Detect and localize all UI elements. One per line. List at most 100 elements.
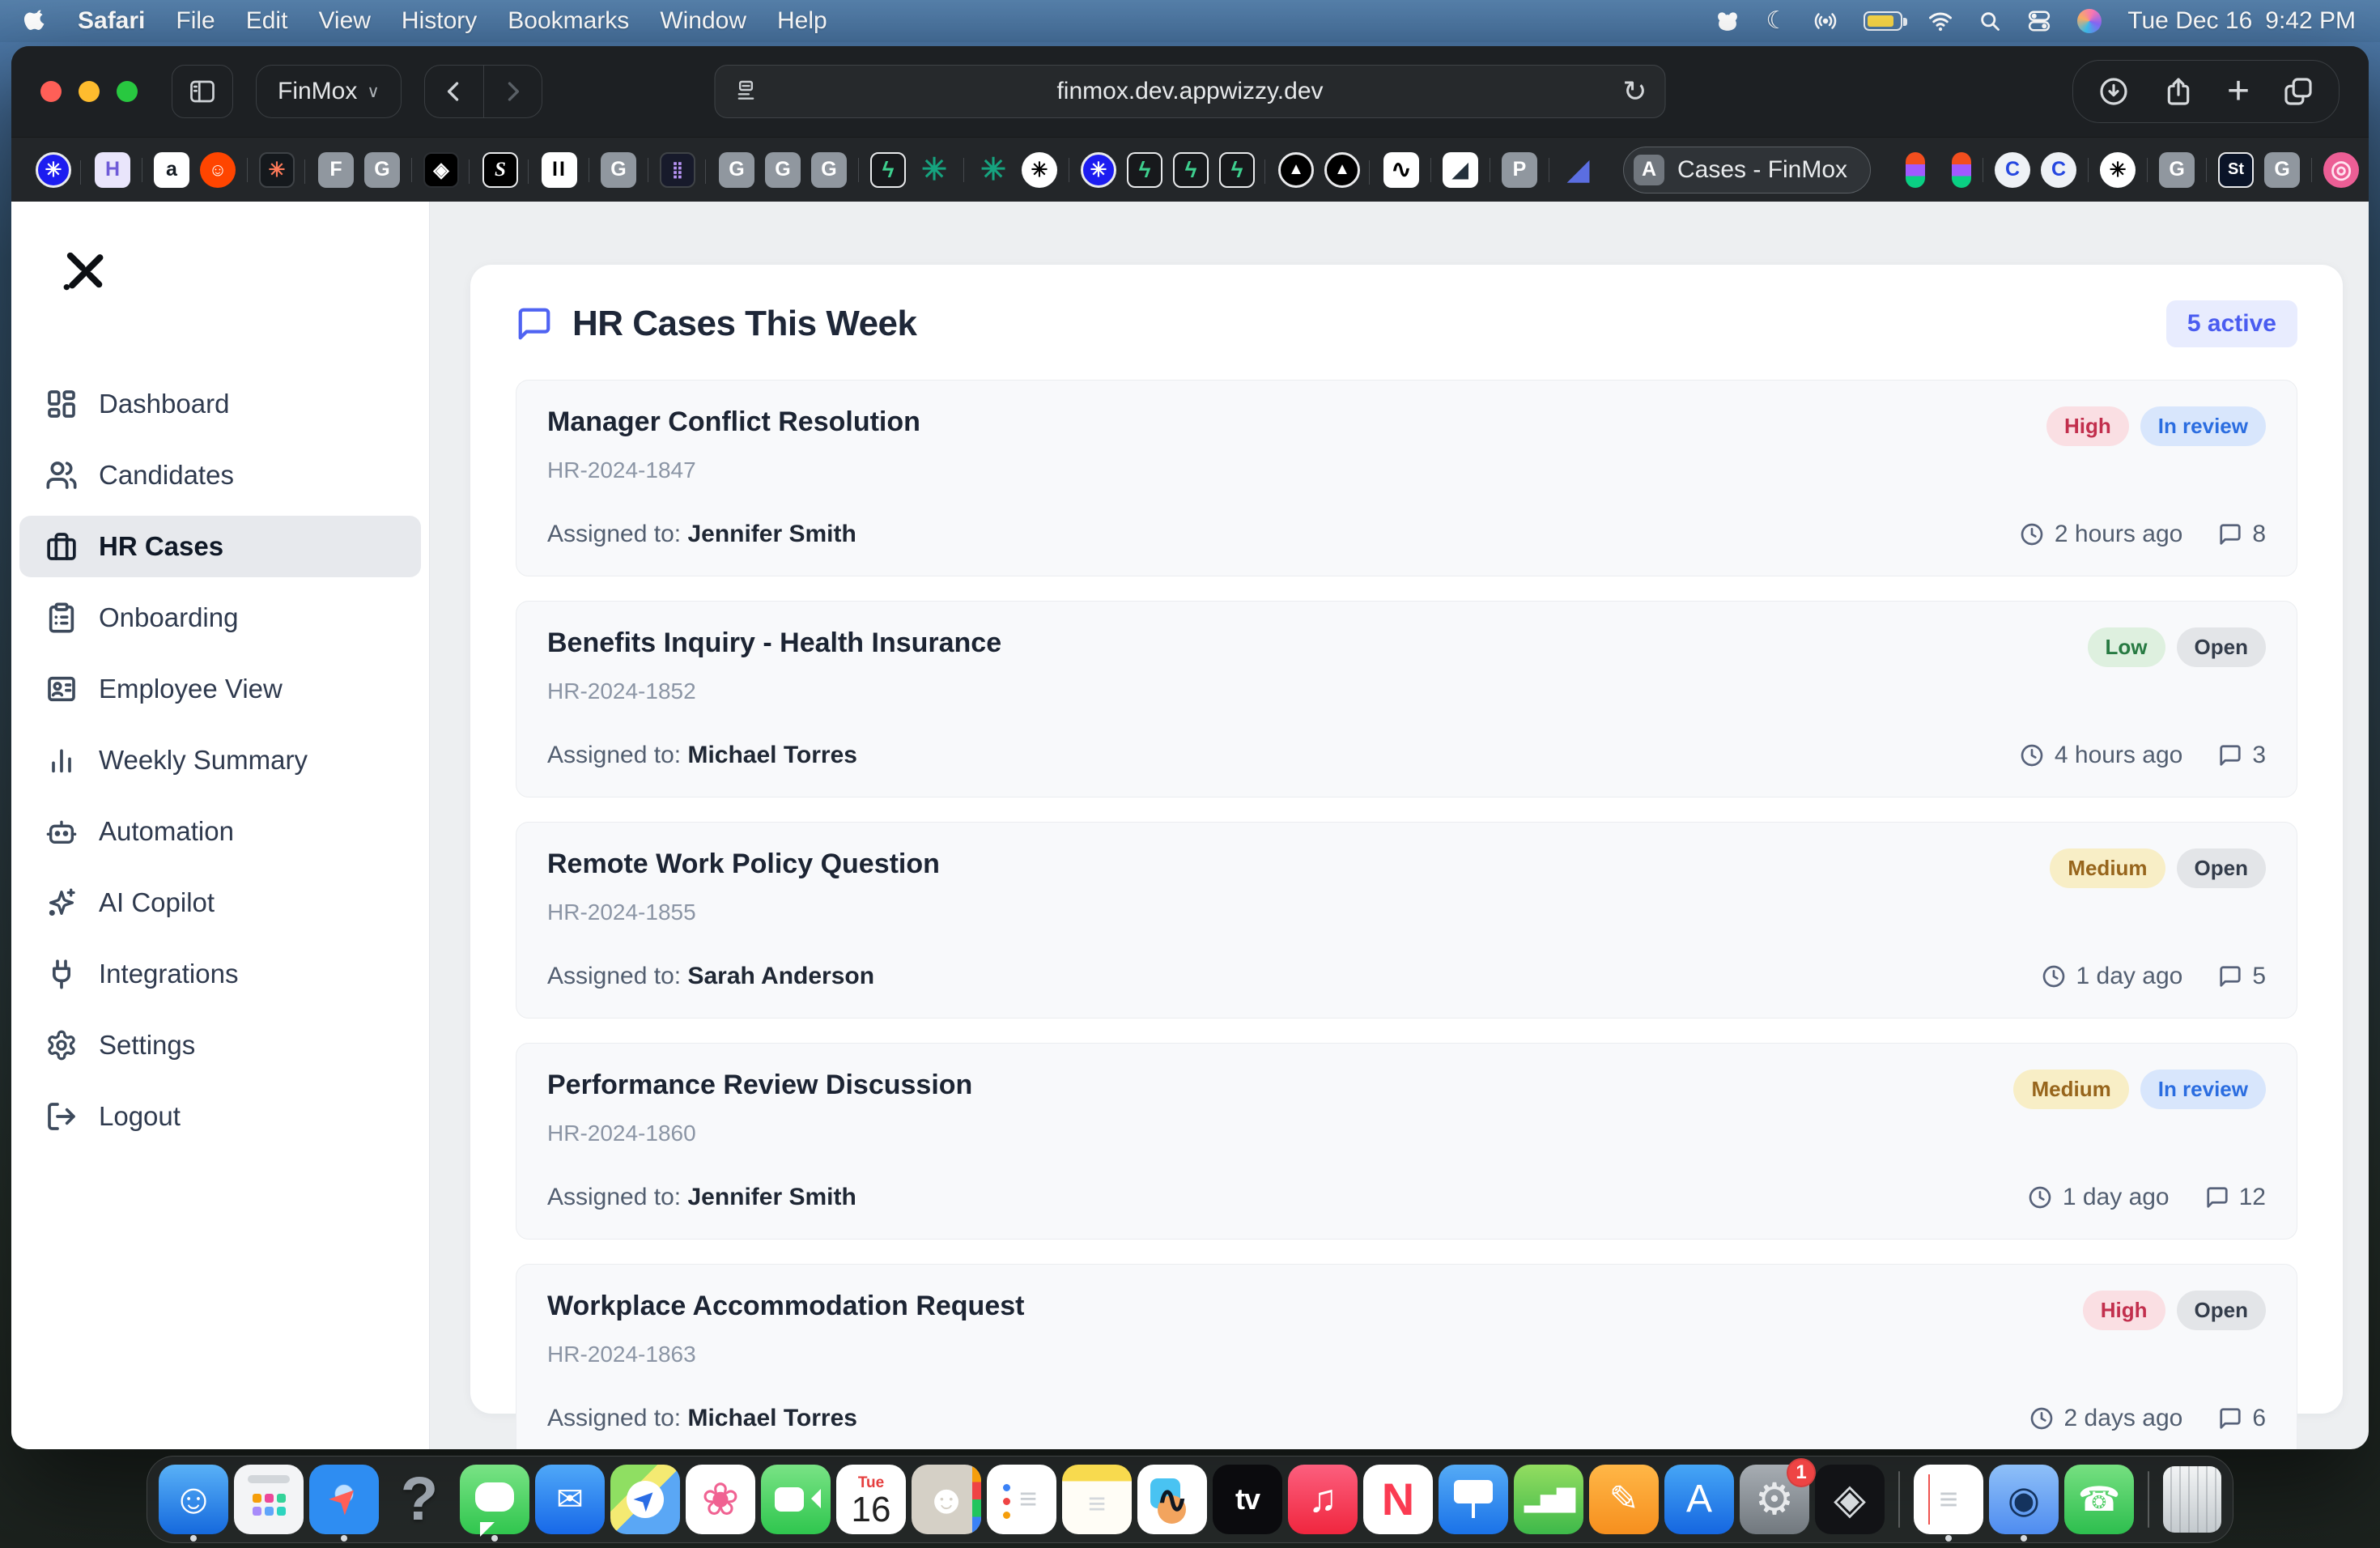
share-icon[interactable] — [2162, 75, 2195, 108]
favorites-favicon[interactable]: G — [2159, 152, 2195, 188]
favorites-favicon[interactable]: H — [95, 152, 130, 188]
address-bar[interactable]: finmox.dev.appwizzy.dev ↻ — [715, 65, 1666, 118]
case-card[interactable]: Manager Conflict Resolution HighIn revie… — [516, 380, 2297, 576]
dock-numbers-icon[interactable]: ▂▅▇ — [1514, 1465, 1583, 1534]
hotspot-icon[interactable] — [1813, 9, 1838, 33]
sidebar-item-ai-copilot[interactable]: AI Copilot — [19, 872, 421, 933]
dock-notes-icon[interactable]: ≡ — [1062, 1465, 1132, 1534]
menu-item-bookmarks[interactable]: Bookmarks — [508, 7, 629, 35]
dock-apple-tv-icon[interactable]: tv — [1213, 1465, 1282, 1534]
menu-item-file[interactable]: File — [176, 7, 215, 35]
favorites-favicon[interactable]: ◈ — [423, 152, 459, 188]
dock-messages-icon[interactable] — [460, 1465, 529, 1534]
dock-freeform-icon[interactable]: ∿ — [1137, 1465, 1207, 1534]
siri-icon[interactable] — [2077, 9, 2102, 33]
menu-item-window[interactable]: Window — [660, 7, 746, 35]
favorites-favicon[interactable]: G — [2264, 152, 2300, 188]
favorites-favicon[interactable]: ✳ — [259, 152, 295, 188]
wifi-icon[interactable] — [1928, 9, 1953, 33]
favorites-favicon[interactable]: II — [542, 152, 577, 188]
favorites-favicon[interactable]: C — [1995, 152, 2030, 188]
minimize-window-button[interactable] — [79, 81, 100, 102]
sidebar-item-weekly-summary[interactable]: Weekly Summary — [19, 729, 421, 791]
favorites-favicon[interactable]: ϟ — [1127, 152, 1162, 188]
dock-dev-app-icon[interactable]: ◈ — [1815, 1465, 1885, 1534]
favorites-favicon[interactable]: ▲ — [1278, 152, 1314, 188]
favorites-favicon[interactable]: ϟ — [1173, 152, 1209, 188]
active-tab[interactable]: A Cases - FinMox — [1623, 147, 1871, 194]
forward-button[interactable] — [483, 66, 542, 117]
favorites-favicon[interactable]: ✳ — [916, 152, 952, 188]
dock-photos-icon[interactable]: ❀ — [686, 1465, 755, 1534]
dock-quicktime-icon[interactable]: ◉ — [1989, 1465, 2059, 1534]
favorites-favicon[interactable]: G — [364, 152, 400, 188]
menu-item-edit[interactable]: Edit — [246, 7, 288, 35]
dock-facetime-icon[interactable] — [761, 1465, 831, 1534]
dock-trash-icon[interactable] — [2163, 1466, 2221, 1533]
dock-keynote-icon[interactable] — [1439, 1465, 1508, 1534]
battery-icon[interactable] — [1864, 11, 1902, 31]
menu-item-history[interactable]: History — [402, 7, 477, 35]
favorites-favicon[interactable]: G — [601, 152, 636, 188]
tab-overview-icon[interactable] — [2282, 75, 2314, 108]
sidebar-item-logout[interactable]: Logout — [19, 1086, 421, 1147]
favorites-favicon[interactable] — [1952, 152, 1971, 188]
favorites-favicon[interactable]: S — [482, 152, 518, 188]
dock-finder-icon[interactable]: ☺ — [159, 1465, 228, 1534]
dock-contacts-icon[interactable]: ☻ — [912, 1465, 981, 1534]
favorites-favicon[interactable]: ✳ — [975, 152, 1011, 188]
dock-safari-icon[interactable]: ➤ — [309, 1465, 379, 1534]
sidebar-item-dashboard[interactable]: Dashboard — [19, 373, 421, 435]
favorites-favicon[interactable]: ✳ — [1081, 152, 1116, 188]
dock-mail-icon[interactable]: ✉ — [535, 1465, 605, 1534]
favorites-favicon[interactable]: G — [719, 152, 754, 188]
ears-status-icon[interactable] — [1715, 9, 1740, 33]
new-tab-icon[interactable]: + — [2227, 72, 2250, 111]
sidebar-item-onboarding[interactable]: Onboarding — [19, 587, 421, 649]
favorites-favicon[interactable]: ◎ — [2323, 152, 2359, 188]
menu-item-help[interactable]: Help — [777, 7, 827, 35]
sidebar-toggle-button[interactable] — [172, 65, 233, 118]
favorites-favicon[interactable]: ∿ — [1383, 152, 1419, 188]
case-card[interactable]: Remote Work Policy Question MediumOpen H… — [516, 822, 2297, 1019]
favorites-favicon[interactable] — [1906, 152, 1925, 188]
favorites-favicon[interactable]: ✳ — [36, 152, 71, 188]
sidebar-item-candidates[interactable]: Candidates — [19, 444, 421, 506]
focus-moon-icon[interactable]: ☾ — [1766, 9, 1787, 33]
back-button[interactable] — [425, 66, 483, 117]
dock-launchpad-icon[interactable] — [234, 1465, 304, 1534]
dock-maps-icon[interactable]: ➤ — [610, 1465, 680, 1534]
dock-music-icon[interactable]: ♫ — [1288, 1465, 1358, 1534]
dock-textedit-icon[interactable]: ≡ — [1914, 1465, 1983, 1534]
sidebar-item-employee-view[interactable]: Employee View — [19, 658, 421, 720]
dock-pages-icon[interactable]: ✎ — [1589, 1465, 1659, 1534]
favorites-favicon[interactable]: ▲ — [1324, 152, 1360, 188]
close-window-button[interactable] — [40, 81, 62, 102]
dock-app-store-icon[interactable]: A — [1664, 1465, 1734, 1534]
dock-news-icon[interactable]: N — [1363, 1465, 1433, 1534]
menu-item-safari[interactable]: Safari — [78, 7, 145, 35]
favorites-favicon[interactable]: G — [765, 152, 801, 188]
spotlight-icon[interactable] — [1978, 10, 2001, 32]
favorites-favicon[interactable]: ϟ — [870, 152, 906, 188]
favorites-favicon[interactable]: ⣿ — [660, 152, 695, 188]
favorites-favicon[interactable]: ✳ — [2100, 152, 2136, 188]
menu-bar-clock[interactable]: Tue Dec 16 9:42 PM — [2127, 7, 2356, 35]
zoom-window-button[interactable] — [117, 81, 138, 102]
downloads-icon[interactable] — [2097, 75, 2130, 108]
profile-switcher-button[interactable]: FinMox ∨ — [256, 65, 402, 118]
case-card[interactable]: Performance Review Discussion MediumIn r… — [516, 1043, 2297, 1240]
sidebar-item-settings[interactable]: Settings — [19, 1014, 421, 1076]
favorites-favicon[interactable]: C — [2041, 152, 2076, 188]
sidebar-item-hr-cases[interactable]: HR Cases — [19, 516, 421, 577]
favorites-favicon[interactable]: F — [318, 152, 354, 188]
sidebar-item-automation[interactable]: Automation — [19, 801, 421, 862]
reader-icon[interactable] — [733, 79, 759, 104]
dock-missing-app-icon[interactable]: ? — [385, 1465, 454, 1534]
favorites-favicon[interactable]: P — [1502, 152, 1537, 188]
reload-icon[interactable]: ↻ — [1622, 74, 1647, 108]
dock-reminders-icon[interactable]: ≡ — [987, 1465, 1056, 1534]
favorites-favicon[interactable]: St — [2218, 152, 2254, 188]
favorites-favicon[interactable]: ☺ — [200, 152, 236, 188]
favorites-favicon[interactable]: ✳ — [1022, 152, 1057, 188]
